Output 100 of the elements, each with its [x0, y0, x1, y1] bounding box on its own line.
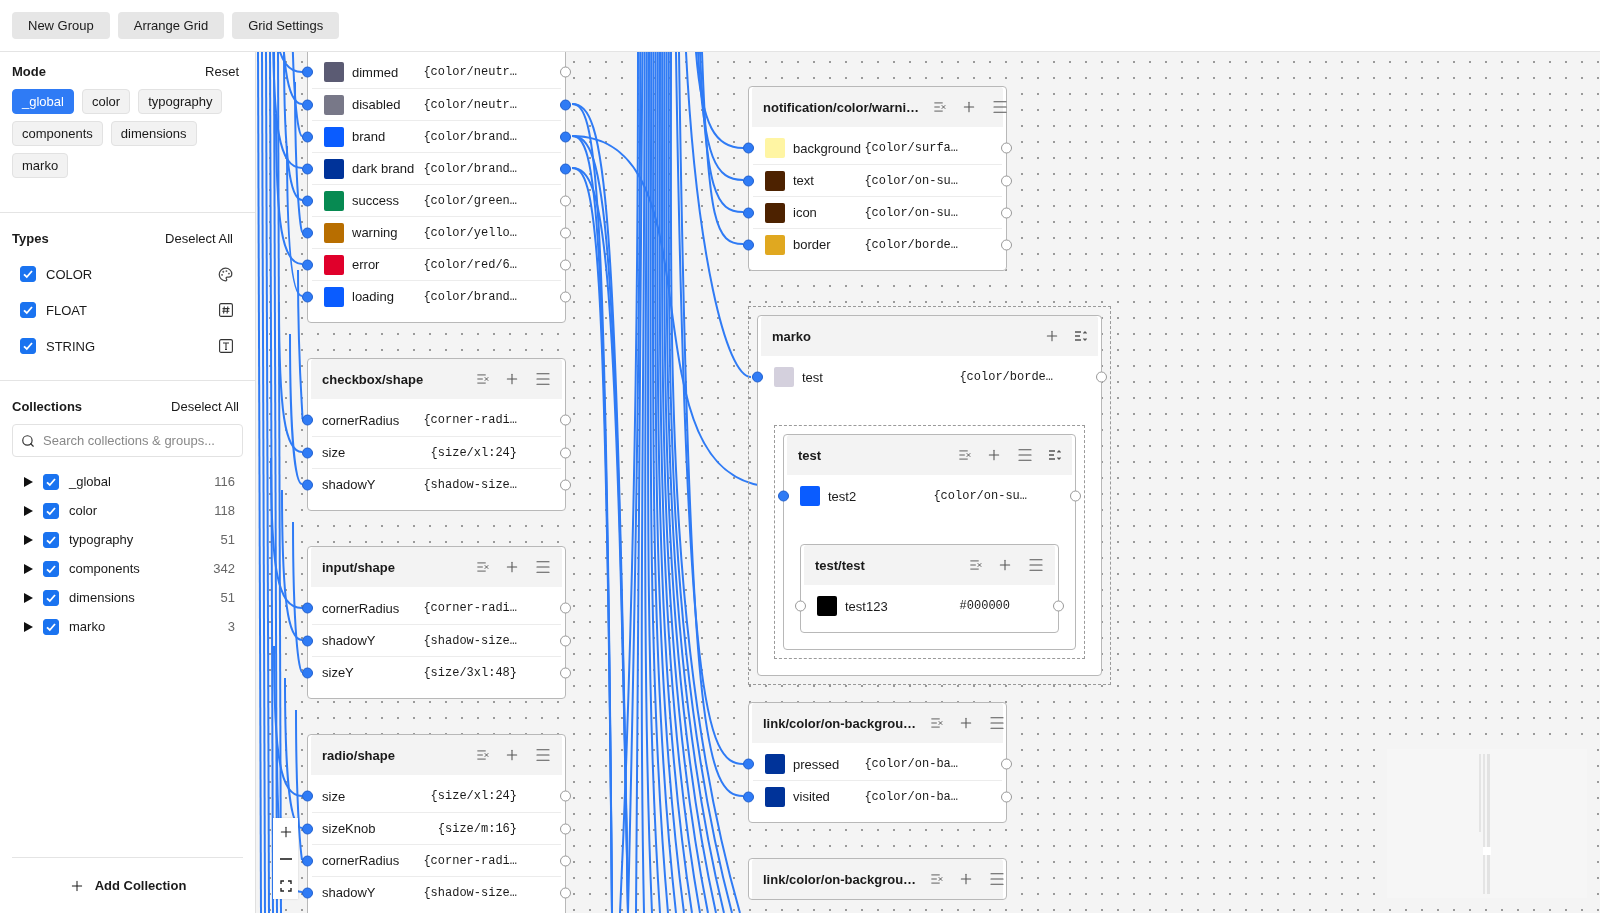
- checkbox[interactable]: [43, 502, 59, 519]
- input-port[interactable]: [302, 667, 313, 678]
- output-port[interactable]: [560, 195, 571, 206]
- sort-list-icon[interactable]: [1048, 448, 1062, 462]
- input-port[interactable]: [743, 758, 754, 770]
- add-icon[interactable]: [1044, 328, 1060, 344]
- clear-list-icon[interactable]: [930, 872, 945, 886]
- output-port[interactable]: [560, 163, 571, 174]
- input-port[interactable]: [302, 291, 313, 302]
- input-port[interactable]: [302, 887, 313, 898]
- input-port[interactable]: [302, 163, 313, 174]
- menu-icon[interactable]: [991, 98, 1009, 116]
- output-port[interactable]: [1096, 371, 1107, 383]
- output-port[interactable]: [560, 291, 571, 302]
- caret-icon[interactable]: [24, 621, 33, 632]
- node-card-background[interactable]: [307, 52, 566, 323]
- input-port[interactable]: [302, 635, 313, 646]
- reset-link[interactable]: Reset: [205, 64, 239, 79]
- toolbar-button[interactable]: Arrange Grid: [117, 12, 225, 39]
- menu-icon[interactable]: [534, 746, 552, 764]
- add-icon[interactable]: [504, 371, 520, 387]
- caret-icon[interactable]: [24, 534, 33, 545]
- output-port[interactable]: [560, 790, 571, 802]
- output-port[interactable]: [560, 667, 571, 678]
- output-port[interactable]: [560, 602, 571, 614]
- input-port[interactable]: [302, 66, 313, 78]
- output-port[interactable]: [1001, 239, 1012, 250]
- clear-list-icon[interactable]: [933, 100, 947, 114]
- input-port[interactable]: [743, 207, 754, 218]
- input-port[interactable]: [302, 227, 313, 238]
- output-port[interactable]: [560, 414, 571, 426]
- menu-icon[interactable]: [988, 870, 1007, 888]
- menu-icon[interactable]: [534, 558, 552, 576]
- clear-list-icon[interactable]: [476, 748, 490, 762]
- menu-icon[interactable]: [1027, 556, 1045, 574]
- checkbox[interactable]: [20, 302, 36, 318]
- menu-icon[interactable]: [534, 370, 552, 388]
- checkbox[interactable]: [43, 560, 59, 577]
- mode-chip[interactable]: color: [81, 89, 131, 114]
- input-port[interactable]: [743, 239, 754, 250]
- deselect-all-link[interactable]: Deselect All: [171, 399, 239, 414]
- deselect-all-link[interactable]: Deselect All: [165, 231, 233, 246]
- output-port[interactable]: [560, 99, 571, 110]
- clear-list-icon[interactable]: [930, 716, 945, 730]
- clear-list-icon[interactable]: [969, 558, 983, 572]
- output-port[interactable]: [560, 227, 571, 238]
- checkbox[interactable]: [43, 473, 59, 490]
- input-port[interactable]: [302, 131, 313, 142]
- input-port[interactable]: [302, 823, 313, 834]
- input-port[interactable]: [795, 600, 806, 612]
- output-port[interactable]: [560, 887, 571, 898]
- output-port[interactable]: [1001, 791, 1012, 802]
- input-port[interactable]: [302, 602, 313, 614]
- input-port[interactable]: [302, 99, 313, 110]
- output-port[interactable]: [560, 131, 571, 142]
- output-port[interactable]: [560, 855, 571, 866]
- add-collection-button[interactable]: Add Collection: [62, 876, 193, 895]
- checkbox[interactable]: [43, 589, 59, 606]
- checkbox[interactable]: [20, 266, 36, 282]
- fit-view-button[interactable]: [273, 872, 298, 899]
- toolbar-button[interactable]: Grid Settings: [232, 12, 340, 39]
- output-port[interactable]: [560, 259, 571, 270]
- output-port[interactable]: [1070, 490, 1081, 502]
- output-port[interactable]: [560, 447, 571, 458]
- output-port[interactable]: [560, 635, 571, 646]
- mode-chip[interactable]: dimensions: [110, 121, 197, 146]
- clear-list-icon[interactable]: [476, 372, 490, 386]
- caret-icon[interactable]: [24, 476, 33, 487]
- mode-chip[interactable]: _global: [12, 89, 74, 114]
- output-port[interactable]: [1001, 207, 1012, 218]
- mode-chip[interactable]: marko: [12, 153, 69, 178]
- input-port[interactable]: [752, 371, 763, 383]
- input-port[interactable]: [743, 142, 754, 154]
- search-field[interactable]: Search collections & groups...: [12, 424, 243, 457]
- caret-icon[interactable]: [24, 592, 33, 603]
- output-port[interactable]: [1001, 175, 1012, 186]
- input-port[interactable]: [302, 447, 313, 458]
- output-port[interactable]: [560, 823, 571, 834]
- add-icon[interactable]: [504, 559, 520, 575]
- output-port[interactable]: [560, 66, 571, 78]
- input-port[interactable]: [778, 490, 789, 502]
- add-icon[interactable]: [961, 99, 977, 115]
- caret-icon[interactable]: [24, 563, 33, 574]
- output-port[interactable]: [560, 479, 571, 490]
- sort-list-icon[interactable]: [1074, 329, 1088, 343]
- add-icon[interactable]: [986, 447, 1002, 463]
- clear-list-icon[interactable]: [476, 560, 490, 574]
- output-port[interactable]: [1001, 142, 1012, 154]
- clear-list-icon[interactable]: [958, 448, 972, 462]
- menu-icon[interactable]: [988, 714, 1007, 732]
- input-port[interactable]: [302, 790, 313, 802]
- input-port[interactable]: [302, 195, 313, 206]
- input-port[interactable]: [302, 414, 313, 426]
- input-port[interactable]: [743, 791, 754, 802]
- input-port[interactable]: [302, 479, 313, 490]
- checkbox[interactable]: [20, 338, 36, 354]
- caret-icon[interactable]: [24, 505, 33, 516]
- add-icon[interactable]: [504, 747, 520, 763]
- add-icon[interactable]: [997, 557, 1013, 573]
- input-port[interactable]: [302, 259, 313, 270]
